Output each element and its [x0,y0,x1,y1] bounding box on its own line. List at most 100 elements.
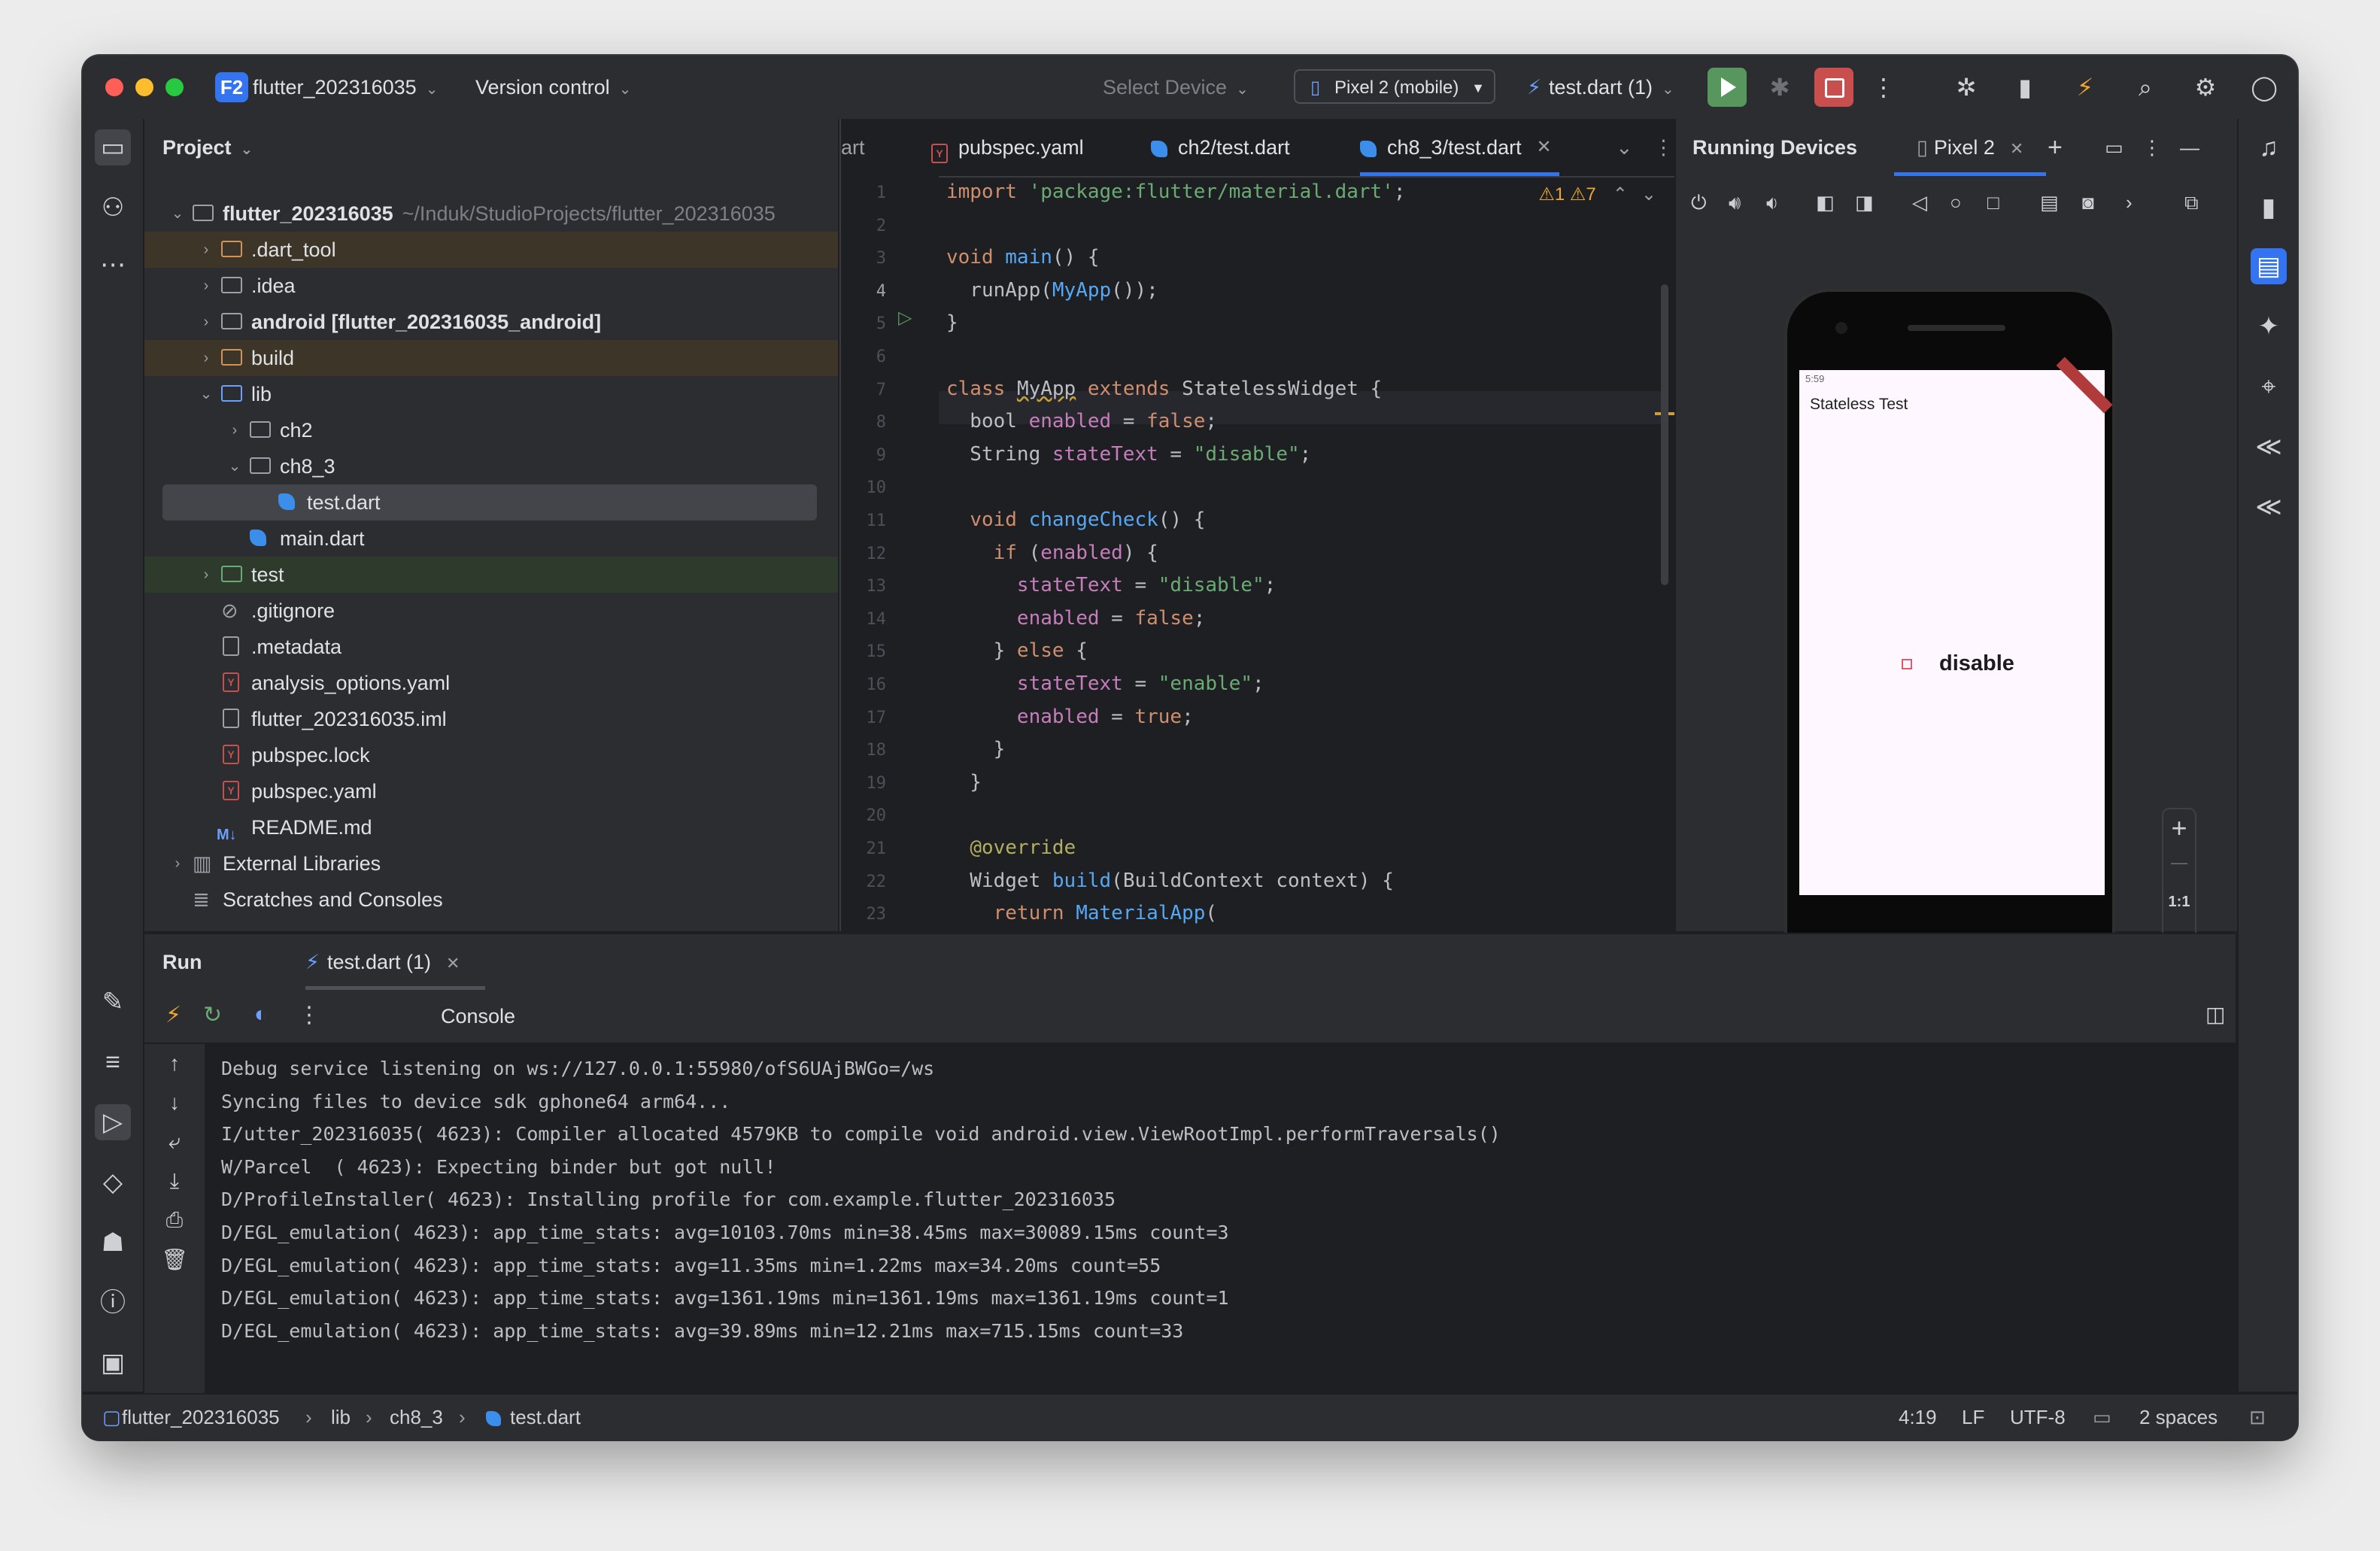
close-tab-icon[interactable]: ✕ [2010,139,2023,158]
breadcrumb-project[interactable]: flutter_202316035 [122,1395,280,1440]
tree-item-external-libraries[interactable]: › ▥ External Libraries [144,845,838,882]
layout-toggle-icon[interactable]: ◫ [2205,1002,2225,1027]
add-device-icon[interactable]: + [2048,119,2063,176]
search-icon[interactable]: ⌕ [2129,71,2162,104]
editor-scrollbar[interactable] [1661,284,1668,585]
mirror-screen-icon[interactable]: ⧉ [2184,191,2199,215]
code-line[interactable]: enabled = true; [946,706,1194,728]
run-panel-icon[interactable]: ▷ [95,1104,131,1140]
chevron-right-icon[interactable]: › [2126,191,2133,214]
tab-ch2-test-dart[interactable]: ch2/test.dart [1151,119,1290,176]
lock-icon[interactable]: ⊡ [2249,1395,2266,1440]
tree-item-analysis-options[interactable]: Y analysis_options.yaml [144,665,838,701]
volume-down-icon[interactable]: 🔉︎ [1766,191,1778,215]
code-line[interactable]: enabled = false; [946,607,1205,630]
scroll-up-icon[interactable]: ↑ [158,1052,191,1076]
console-output[interactable]: Debug service listening on ws://127.0.0.… [205,1044,2236,1393]
code-line[interactable]: bool enabled = false; [946,410,1217,433]
file-encoding[interactable]: UTF-8 [2010,1395,2066,1440]
rotate-left-icon[interactable]: ◧ [1816,191,1835,214]
line-separator[interactable]: LF [1962,1395,1984,1440]
more-tools-icon[interactable]: ⋯ [95,247,131,283]
tree-item-dart-tool[interactable]: › .dart_tool [144,232,838,268]
zoom-in-button[interactable]: + [2163,812,2195,844]
code-line[interactable]: return MaterialApp( [946,902,1217,924]
project-folder-icon[interactable]: ▭ [95,129,131,165]
stop-button[interactable] [1814,68,1853,107]
terminal-icon[interactable]: ▣ [95,1345,131,1381]
close-tab-icon[interactable]: ✕ [446,954,460,973]
indent-setting[interactable]: 2 spaces [2139,1395,2218,1440]
zoom-actual-size-button[interactable]: 1:1 [2163,894,2195,911]
tree-item-root[interactable]: ⌄ flutter_202316035 ~/Induk/StudioProject… [144,196,838,232]
chevron-right-icon[interactable]: › [197,232,215,268]
run-gutter-icon[interactable]: ▷ [898,307,912,329]
run-button[interactable] [1708,68,1747,107]
run-tab-test-dart[interactable]: ⚡ test.dart (1) ✕ [305,934,486,990]
debug-bug-icon[interactable]: ✱ [1763,71,1796,104]
gemini-icon[interactable]: ✦ [2251,308,2287,344]
code-line[interactable]: } [946,771,982,794]
hot-reload-icon[interactable]: ⚡ [2069,71,2102,104]
minimize-window-button[interactable] [135,78,153,96]
hot-reload-icon[interactable]: ⚡ [165,1002,181,1028]
breadcrumb-ch8-3[interactable]: ch8_3 [390,1395,443,1440]
breadcrumb-file[interactable]: test.dart [486,1395,581,1440]
overview-icon[interactable]: □ [1987,191,1999,214]
build-variants-icon[interactable]: ◇ [95,1164,131,1200]
tree-item-idea[interactable]: › .idea [144,268,838,304]
outline-icon[interactable]: ≡ [95,1044,131,1080]
chevron-down-icon[interactable]: ⌄ [197,376,215,412]
run-more-icon[interactable]: ⋮ [298,1002,320,1028]
tree-item-ch2[interactable]: › ch2 [144,412,838,448]
project-panel-title[interactable]: Project ⌄ [162,119,253,176]
tree-item-lib[interactable]: ⌄ lib [144,376,838,412]
chevron-down-icon[interactable]: ⌄ [226,448,244,484]
tab-ch8-3-test-dart[interactable]: ch8_3/test.dart ✕ [1360,119,1559,176]
run-config-selector[interactable]: ⚡ test.dart (1) ⌄ [1527,56,1674,119]
chevron-right-icon[interactable]: › [197,304,215,340]
hot-restart-icon[interactable]: ↻ [203,1002,222,1028]
window-layout-icon[interactable]: ▭ [2105,119,2123,176]
breadcrumb-lib[interactable]: lib [331,1395,351,1440]
logcat-icon[interactable]: ☗ [95,1225,131,1261]
running-devices-icon[interactable]: ▤ [2251,248,2287,284]
tree-item-pubspec-yaml[interactable]: Y pubspec.yaml [144,773,838,809]
minimize-panel-icon[interactable]: — [2180,119,2199,176]
camera-icon[interactable]: ◙ [2082,191,2094,214]
close-tab-icon[interactable]: ✕ [1537,119,1552,176]
home-icon[interactable]: ○ [1950,191,1962,214]
tabs-overflow-chevron-icon[interactable]: ⌄ [1616,119,1633,176]
tree-item-gitignore[interactable]: ⊘ .gitignore [144,593,838,629]
volume-up-icon[interactable]: 🔊︎ [1729,191,1741,215]
code-line[interactable]: void changeCheck() { [946,508,1205,531]
rotate-right-icon[interactable]: ◨ [1855,191,1874,214]
code-line[interactable]: String stateText = "disable"; [946,443,1311,466]
tree-item-pubspec-lock[interactable]: Y pubspec.lock [144,737,838,773]
project-switcher[interactable]: flutter_202316035 ⌄ [253,56,438,119]
chevron-right-icon[interactable]: › [197,340,215,376]
device-selector[interactable]: ▯ Pixel 2 (mobile) ▼ [1294,69,1495,104]
chevron-right-icon[interactable]: › [197,557,215,593]
bug-icon[interactable]: ✲ [1950,71,1983,104]
readonly-book-icon[interactable]: ▭ [2093,1395,2111,1440]
account-icon[interactable]: ◯ [2248,71,2281,104]
clear-trash-icon[interactable]: 🗑︎ [158,1247,191,1272]
close-window-button[interactable] [105,78,123,96]
back-icon[interactable]: ◁ [1912,191,1927,214]
tree-item-main-dart[interactable]: main.dart [144,521,838,557]
cursor-position[interactable]: 4:19 [1899,1395,1937,1440]
zoom-window-button[interactable] [165,78,184,96]
chevron-down-icon[interactable]: ⌄ [1641,184,1656,205]
snapshot-icon[interactable]: ▤ [2040,191,2059,214]
tree-item-test[interactable]: › test [144,557,838,593]
code-line[interactable]: } [946,311,958,334]
chevron-down-icon[interactable]: ⌄ [168,196,187,232]
code-line[interactable]: import 'package:flutter/material.dart'; [946,181,1406,203]
phone-screen[interactable]: 5:59 Stateless Test disable [1799,357,2113,988]
more-options-icon[interactable]: ⋮ [1867,71,1900,104]
tree-item-build[interactable]: › build [144,340,838,376]
chevron-right-icon[interactable]: › [168,845,187,882]
code-line[interactable]: stateText = "enable"; [946,672,1264,695]
flutter-performance-icon[interactable]: ≪ [2251,489,2287,525]
